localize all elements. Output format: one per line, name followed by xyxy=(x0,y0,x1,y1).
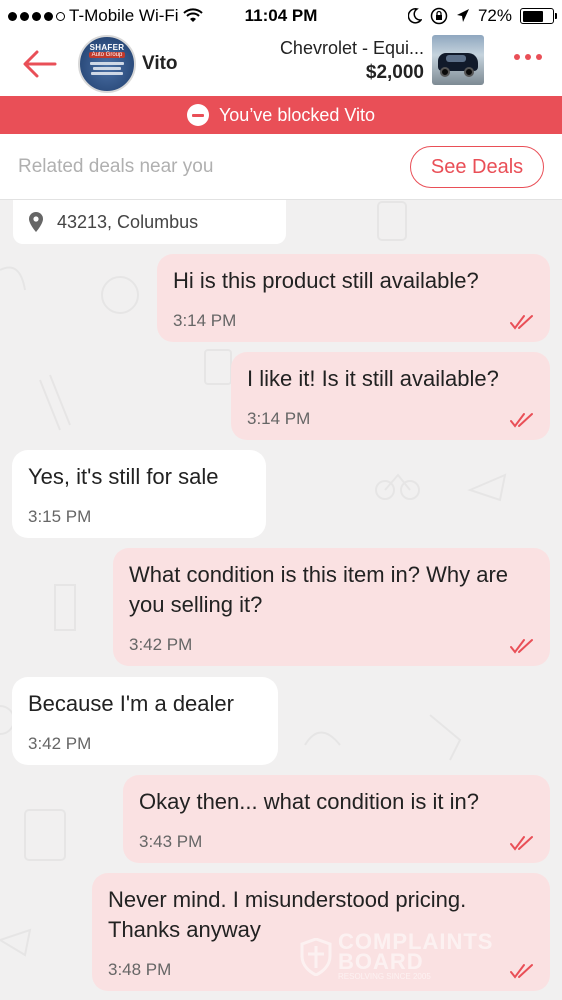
chat-header: SHAFER Auto Group Vito Chevrolet - Equi.… xyxy=(0,32,562,96)
location-card[interactable]: 43213, Columbus xyxy=(13,200,286,244)
message-bubble-incoming[interactable]: Yes, it's still for sale 3:15 PM xyxy=(12,450,266,538)
carrier-name: T-Mobile Wi-Fi xyxy=(69,6,179,25)
back-button[interactable] xyxy=(20,44,60,84)
double-check-icon xyxy=(510,836,533,851)
message-time: 3:42 PM xyxy=(28,734,92,753)
watermark-line2: BOARD xyxy=(338,949,424,974)
blocked-banner[interactable]: You’ve blocked Vito xyxy=(0,96,562,134)
message-bubble-outgoing[interactable]: I like it! Is it still available? 3:14 P… xyxy=(231,352,550,440)
double-check-icon xyxy=(510,315,533,330)
message-text: I like it! Is it still available? xyxy=(247,366,499,391)
contact-name[interactable]: Vito xyxy=(142,53,178,75)
location-arrow-icon xyxy=(456,9,469,22)
message-text: Because I'm a dealer xyxy=(28,691,234,716)
seller-avatar[interactable]: SHAFER Auto Group xyxy=(78,35,136,93)
battery-icon xyxy=(520,8,557,24)
double-check-icon xyxy=(510,639,533,654)
complaints-board-watermark: COMPLAINTS BOARD RESOLVING SINCE 2005 xyxy=(300,931,493,981)
more-options-button[interactable] xyxy=(514,54,542,60)
watermark-line3: RESOLVING SINCE 2005 xyxy=(338,972,431,981)
see-deals-button[interactable]: See Deals xyxy=(410,146,544,188)
double-check-icon xyxy=(510,964,533,979)
location-text: 43213, Columbus xyxy=(57,211,199,232)
message-bubble-outgoing[interactable]: Hi is this product still available? 3:14… xyxy=(157,254,550,342)
listing-price: $2,000 xyxy=(365,62,424,83)
avatar-logo-text: SHAFER xyxy=(89,43,125,52)
blocked-text: You’ve blocked Vito xyxy=(218,104,376,125)
message-text: What condition is this item in? Why are … xyxy=(129,562,509,617)
signal-strength-icon xyxy=(8,11,65,21)
battery-fill xyxy=(522,10,544,22)
shield-logo-icon xyxy=(300,937,332,976)
message-time: 3:14 PM xyxy=(247,409,311,428)
avatar-logo-subtext: Auto Group xyxy=(88,52,126,58)
rotation-lock-icon xyxy=(430,7,448,25)
message-text: Yes, it's still for sale xyxy=(28,464,219,489)
battery-percent: 72% xyxy=(477,6,512,25)
message-time: 3:15 PM xyxy=(28,507,92,526)
listing-title[interactable]: Chevrolet - Equi... xyxy=(280,38,424,59)
status-bar: T-Mobile Wi-Fi 11:04 PM 72% xyxy=(0,0,562,32)
status-left: T-Mobile Wi-Fi xyxy=(8,6,203,26)
listing-thumbnail[interactable] xyxy=(432,35,484,85)
message-text: Hi is this product still available? xyxy=(173,268,479,293)
wifi-icon xyxy=(182,8,203,22)
related-deals-bar: Related deals near you See Deals xyxy=(0,134,562,200)
related-deals-label: Related deals near you xyxy=(18,156,214,177)
map-pin-icon xyxy=(29,212,43,232)
message-time: 3:42 PM xyxy=(129,635,193,654)
moon-icon xyxy=(407,8,422,24)
message-time: 3:43 PM xyxy=(139,832,203,851)
message-text: Okay then... what condition is it in? xyxy=(139,789,479,814)
chat-thread[interactable]: 43213, Columbus Hi is this product still… xyxy=(0,200,562,1000)
message-bubble-incoming[interactable]: Because I'm a dealer 3:42 PM xyxy=(12,677,278,765)
back-arrow-icon xyxy=(23,50,57,78)
blocked-icon xyxy=(186,104,209,126)
message-time: 3:14 PM xyxy=(173,311,237,330)
message-bubble-outgoing[interactable]: Okay then... what condition is it in? 3:… xyxy=(123,775,550,863)
double-check-icon xyxy=(510,413,533,428)
status-right: 72% xyxy=(407,6,557,26)
message-bubble-outgoing[interactable]: What condition is this item in? Why are … xyxy=(113,548,550,666)
